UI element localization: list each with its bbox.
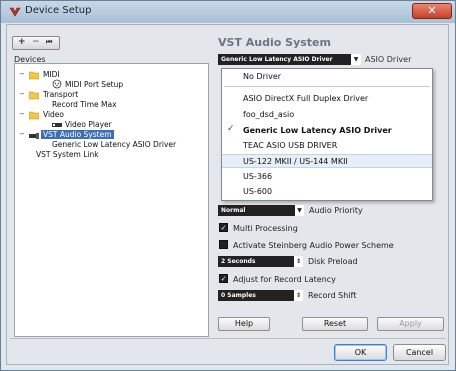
- adjust-latency-checkbox[interactable]: ✓: [219, 274, 228, 283]
- audio-connector-icon: [29, 133, 39, 139]
- disk-preload-value: 2 Seconds: [221, 258, 256, 265]
- tree-item-vst-audio-system[interactable]: VST Audio System: [41, 130, 114, 139]
- close-button[interactable]: ✕: [412, 3, 452, 19]
- chevron-down-icon: ▼: [351, 54, 361, 65]
- record-shift-label: Record Shift: [308, 291, 357, 300]
- device-toolbar: + − ⏮: [12, 36, 60, 50]
- collapse-icon[interactable]: −: [19, 131, 26, 138]
- power-scheme-checkbox[interactable]: [219, 240, 228, 249]
- ok-button[interactable]: OK: [334, 344, 387, 361]
- driver-option-us-600[interactable]: US-600: [222, 185, 432, 199]
- remove-icon[interactable]: −: [32, 37, 40, 47]
- tree-item-midi-port-setup[interactable]: MIDI Port Setup: [65, 80, 123, 89]
- collapse-icon[interactable]: −: [19, 91, 26, 98]
- driver-option-us-366[interactable]: US-366: [222, 170, 432, 184]
- asio-driver-value: Generic Low Latency ASIO Driver: [221, 56, 333, 63]
- reset-device-icon[interactable]: ⏮: [46, 38, 52, 47]
- tree-item-vst-system-link[interactable]: VST System Link: [36, 150, 99, 159]
- footer-divider: [10, 338, 446, 339]
- stepper-icon[interactable]: ⇕: [294, 256, 303, 267]
- chevron-down-icon: ▼: [295, 205, 304, 216]
- adjust-latency-label: Adjust for Record Latency: [233, 275, 336, 284]
- asio-driver-dropdown: No Driver ASIO DirectX Full Duplex Drive…: [221, 68, 433, 201]
- tree-item-midi[interactable]: MIDI: [43, 70, 60, 79]
- disk-preload-stepper[interactable]: 2 Seconds ⇕: [218, 256, 303, 267]
- audio-priority-value: Normal: [221, 207, 246, 214]
- cubase-app-icon: [9, 7, 21, 17]
- collapse-icon[interactable]: −: [19, 111, 26, 118]
- asio-driver-select[interactable]: Generic Low Latency ASIO Driver ▼: [218, 54, 361, 65]
- driver-option-asio-directx[interactable]: ASIO DirectX Full Duplex Driver: [222, 92, 432, 106]
- driver-option-generic-low-latency[interactable]: Generic Low Latency ASIO Driver: [222, 124, 432, 138]
- record-shift-value: 0 Samples: [221, 292, 256, 299]
- driver-option-us-122-mkii[interactable]: US-122 MKII / US-144 MKII: [222, 154, 432, 168]
- audio-priority-select[interactable]: Normal ▼: [218, 205, 304, 216]
- tree-item-transport[interactable]: Transport: [43, 90, 78, 99]
- title-bar[interactable]: Device Setup ✕: [1, 1, 455, 23]
- menu-separator: [224, 86, 430, 87]
- tree-item-record-time-max[interactable]: Record Time Max: [52, 100, 117, 109]
- multi-processing-label: Multi Processing: [233, 224, 298, 233]
- reset-button[interactable]: Reset: [302, 317, 368, 331]
- tree-item-video-player[interactable]: Video Player: [65, 120, 112, 129]
- help-button[interactable]: Help: [218, 317, 270, 331]
- collapse-icon[interactable]: −: [19, 71, 26, 78]
- add-icon[interactable]: +: [18, 37, 26, 47]
- folder-icon: [29, 111, 39, 120]
- driver-option-no-driver[interactable]: No Driver: [222, 70, 432, 84]
- cancel-button[interactable]: Cancel: [393, 344, 446, 361]
- window-title: Device Setup: [25, 5, 92, 16]
- tree-item-video[interactable]: Video: [43, 110, 64, 119]
- stepper-icon[interactable]: ⇕: [294, 290, 303, 301]
- apply-button[interactable]: Apply: [377, 317, 444, 331]
- video-player-icon: [52, 123, 62, 127]
- driver-option-foo-dsd-asio[interactable]: foo_dsd_asio: [222, 108, 432, 122]
- disk-preload-label: Disk Preload: [308, 257, 358, 266]
- audio-priority-label: Audio Priority: [309, 206, 363, 215]
- midi-port-icon: [52, 79, 62, 89]
- folder-icon: [29, 91, 39, 100]
- multi-processing-checkbox[interactable]: ✓: [219, 223, 228, 232]
- record-shift-stepper[interactable]: 0 Samples ⇕: [218, 290, 303, 301]
- tree-item-generic-low-latency-asio-driver[interactable]: Generic Low Latency ASIO Driver: [52, 140, 176, 149]
- power-scheme-label: Activate Steinberg Audio Power Scheme: [233, 241, 394, 250]
- driver-option-teac-asio-usb[interactable]: TEAC ASIO USB DRIVER: [222, 139, 432, 153]
- folder-icon: [29, 71, 39, 80]
- asio-driver-label: ASIO Driver: [365, 55, 412, 64]
- panel-title: VST Audio System: [218, 36, 331, 49]
- devices-tree: − MIDI MIDI Port Setup − Transport Recor…: [14, 63, 209, 337]
